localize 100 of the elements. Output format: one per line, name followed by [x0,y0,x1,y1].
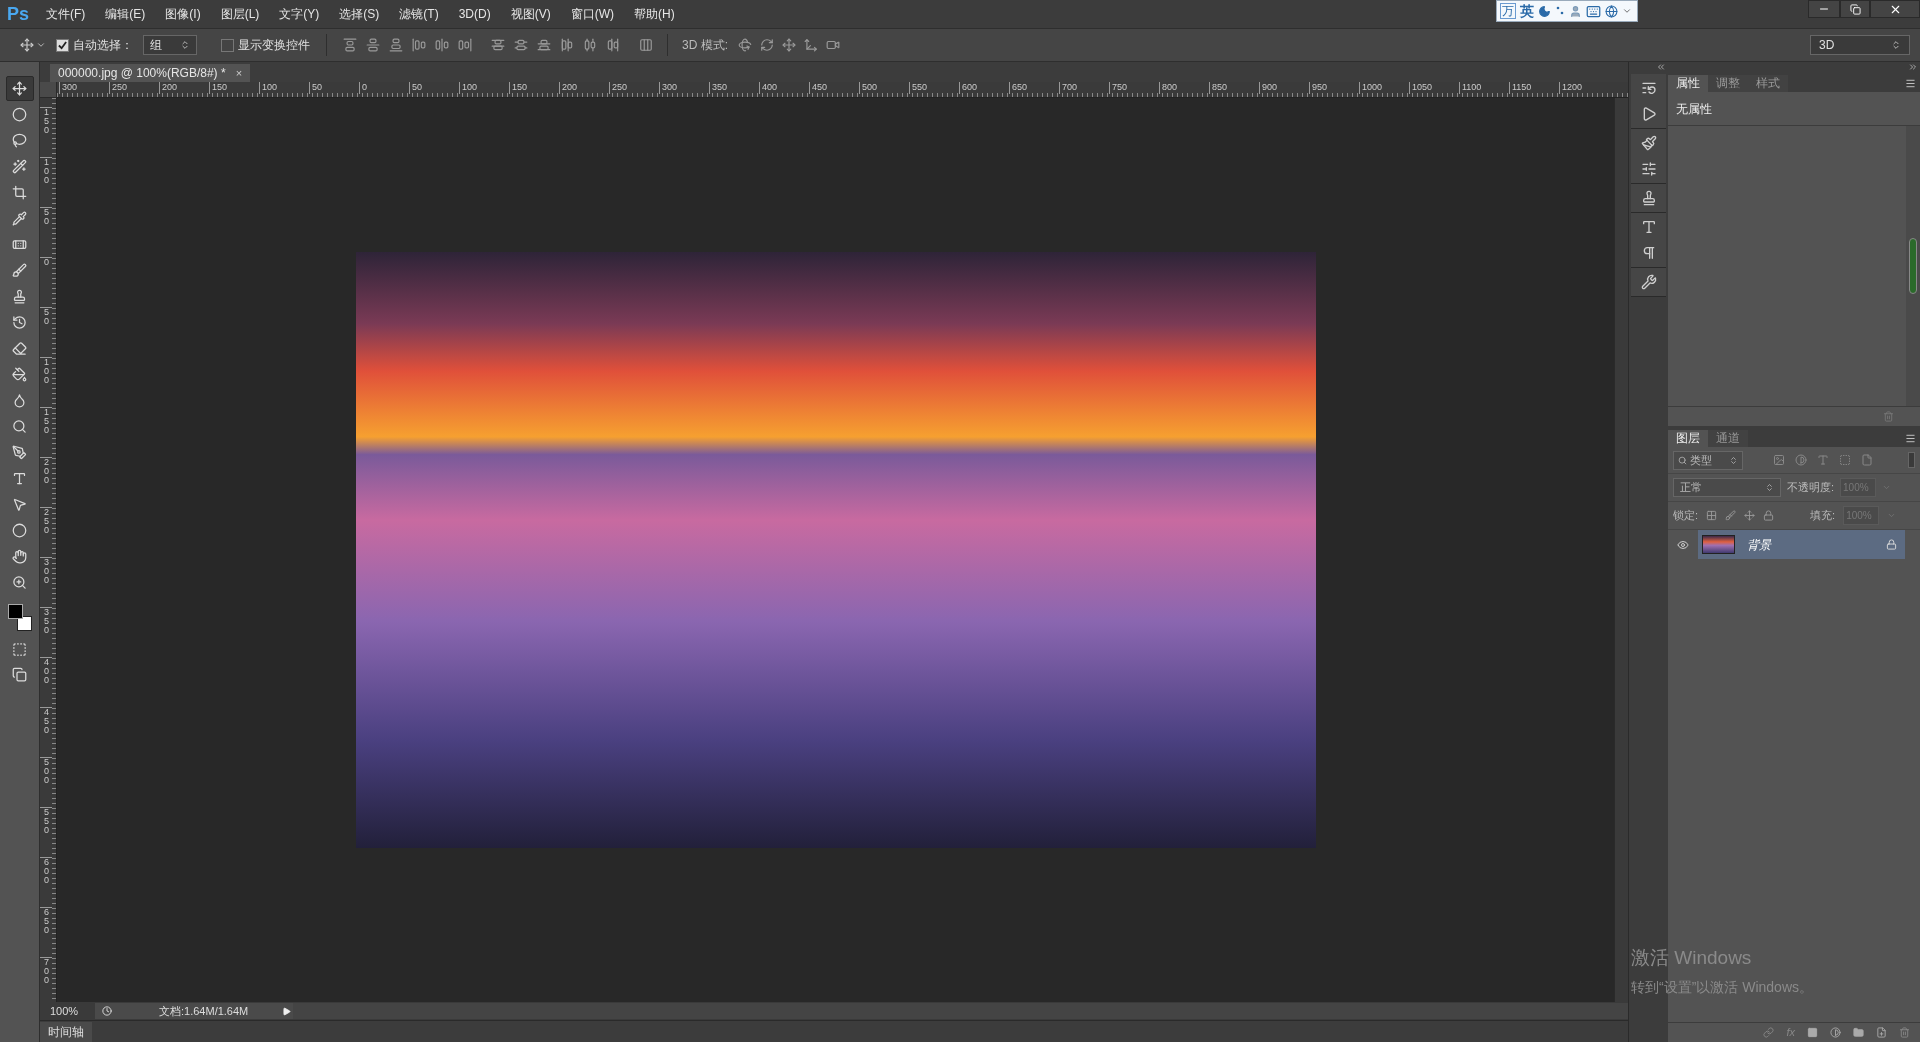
checker-icon[interactable] [1706,510,1718,521]
link-icon[interactable] [1763,1027,1775,1038]
align-right-icon[interactable] [458,38,472,52]
menu-item[interactable]: 文件(F) [36,5,96,23]
ruler-label: 50 [309,82,322,94]
status-menu-button[interactable] [279,1003,293,1019]
menu-item[interactable]: 图像(I) [155,5,211,23]
columns-icon[interactable] [639,38,653,52]
magnifier-icon [12,419,27,434]
person-icon[interactable] [1569,4,1582,18]
lock-icon[interactable] [1763,510,1775,521]
rotate-3d-icon[interactable] [738,38,752,52]
wrench-icon[interactable] [1640,274,1657,290]
trash-icon[interactable] [1899,1027,1910,1038]
distribute-bottom-icon[interactable] [537,38,551,52]
tool-preset-picker[interactable] [20,38,46,52]
panel-tab[interactable]: 图层 [1668,430,1708,447]
type-filter-icon[interactable] [1817,454,1829,466]
history-brush-icon [12,315,27,330]
scrollbar-thumb[interactable] [1909,238,1917,294]
eye-icon[interactable] [1677,538,1689,551]
filter-toggle[interactable] [1908,452,1915,468]
ruler-label: 0 [40,257,52,267]
auto-select-dropdown[interactable]: 组 [143,35,197,55]
brush-icon[interactable] [1640,135,1657,151]
tool-button[interactable] [5,76,34,101]
punctuation-icon[interactable] [1555,5,1565,17]
panel-menu-icon[interactable] [1905,433,1916,444]
panel-tab[interactable]: 样式 [1748,75,1788,92]
collapse-icon[interactable] [1656,62,1666,72]
globe-icon[interactable] [1605,4,1618,18]
status-button[interactable] [95,1003,119,1019]
distribute-right-icon[interactable] [606,38,620,52]
align-center-icon[interactable] [435,38,449,52]
menu-item[interactable]: 帮助(H) [624,5,685,23]
app-logo: Ps [6,2,30,26]
distribute-middle-icon[interactable] [514,38,528,52]
keyboard-icon[interactable] [1586,3,1601,19]
checkbox[interactable] [56,38,69,52]
move-3d-icon[interactable] [804,38,818,52]
vertical-scrollbar[interactable] [1614,98,1628,1002]
menu-item[interactable]: 选择(S) [329,5,390,23]
expand-icon[interactable] [1908,62,1918,72]
tab-close-button[interactable]: × [235,64,243,82]
minimize-button[interactable] [1808,0,1840,18]
ime-logo[interactable]: 万 [1500,3,1516,19]
video-camera-icon[interactable] [826,38,840,52]
timeline-tab[interactable]: 时间轴 [40,1022,92,1042]
type-icon[interactable] [1640,219,1657,235]
distribute-center-icon[interactable] [583,38,597,52]
panel-tab[interactable]: 调整 [1708,75,1748,92]
lock-icon[interactable] [1886,539,1897,550]
moon-icon[interactable] [1538,4,1551,18]
blend-mode-dropdown[interactable]: 正常 [1673,478,1781,497]
shape-filter-icon[interactable] [1839,454,1851,466]
document-tab[interactable]: 000000.jpg @ 100%(RGB/8#) * × [50,64,251,82]
ruler-label: 950 [1309,82,1328,94]
layer-thumbnail [1702,535,1735,554]
new-layer-icon[interactable] [1876,1027,1887,1038]
align-bottom-icon[interactable] [389,38,403,52]
distribute-top-icon[interactable] [491,38,505,52]
checkbox[interactable] [221,38,234,52]
caret-icon[interactable] [1622,6,1632,16]
filter-dropdown[interactable]: 类型 [1673,450,1743,470]
panel-tab[interactable]: 属性 [1668,75,1708,92]
horizontal-scrollbar[interactable] [293,1003,1628,1019]
stamp-icon[interactable] [1640,190,1657,206]
menu-item[interactable]: 图层(L) [210,5,270,23]
restore-button[interactable] [1840,0,1870,18]
menu-item[interactable]: 编辑(E) [95,5,156,23]
color-swatches[interactable] [5,602,34,632]
sliders-icon[interactable] [1640,161,1657,177]
menu-item[interactable]: 视图(V) [500,5,561,23]
distribute-left-icon[interactable] [560,38,574,52]
ruler-label: 400 [40,657,52,685]
close-button[interactable] [1870,0,1920,18]
layer-row[interactable]: 背景 [1698,530,1905,559]
menu-item[interactable]: 3D(D) [448,5,501,23]
align-left-icon[interactable] [412,38,426,52]
menu-item[interactable]: 文字(Y) [269,5,330,23]
panel-menu-icon[interactable] [1905,78,1916,89]
zoom-level[interactable]: 100% [50,1002,95,1020]
image-filter-icon[interactable] [1773,454,1785,466]
align-middle-icon[interactable] [366,38,380,52]
menu-item[interactable]: 滤镜(T) [389,5,449,23]
adjustment-filter-icon[interactable] [1795,454,1807,466]
align-top-icon[interactable] [343,38,357,52]
hand-icon [12,549,27,564]
menu-item[interactable]: 窗口(W) [560,5,624,23]
adjustment-icon[interactable] [1830,1027,1841,1038]
panel-tab[interactable]: 通道 [1708,430,1748,447]
history-icon[interactable] [1640,80,1657,96]
move-icon[interactable] [1744,510,1756,521]
document-size: 文档:1.64M/1.64M [119,1003,279,1019]
spinner-icon [1765,483,1774,492]
folder-icon[interactable] [1853,1027,1864,1038]
magic-wand-icon [12,159,27,174]
ruler-label: 900 [1259,82,1278,94]
ime-mode[interactable]: 英 [1520,0,1534,22]
workspace-dropdown[interactable]: 3D [1810,35,1910,55]
